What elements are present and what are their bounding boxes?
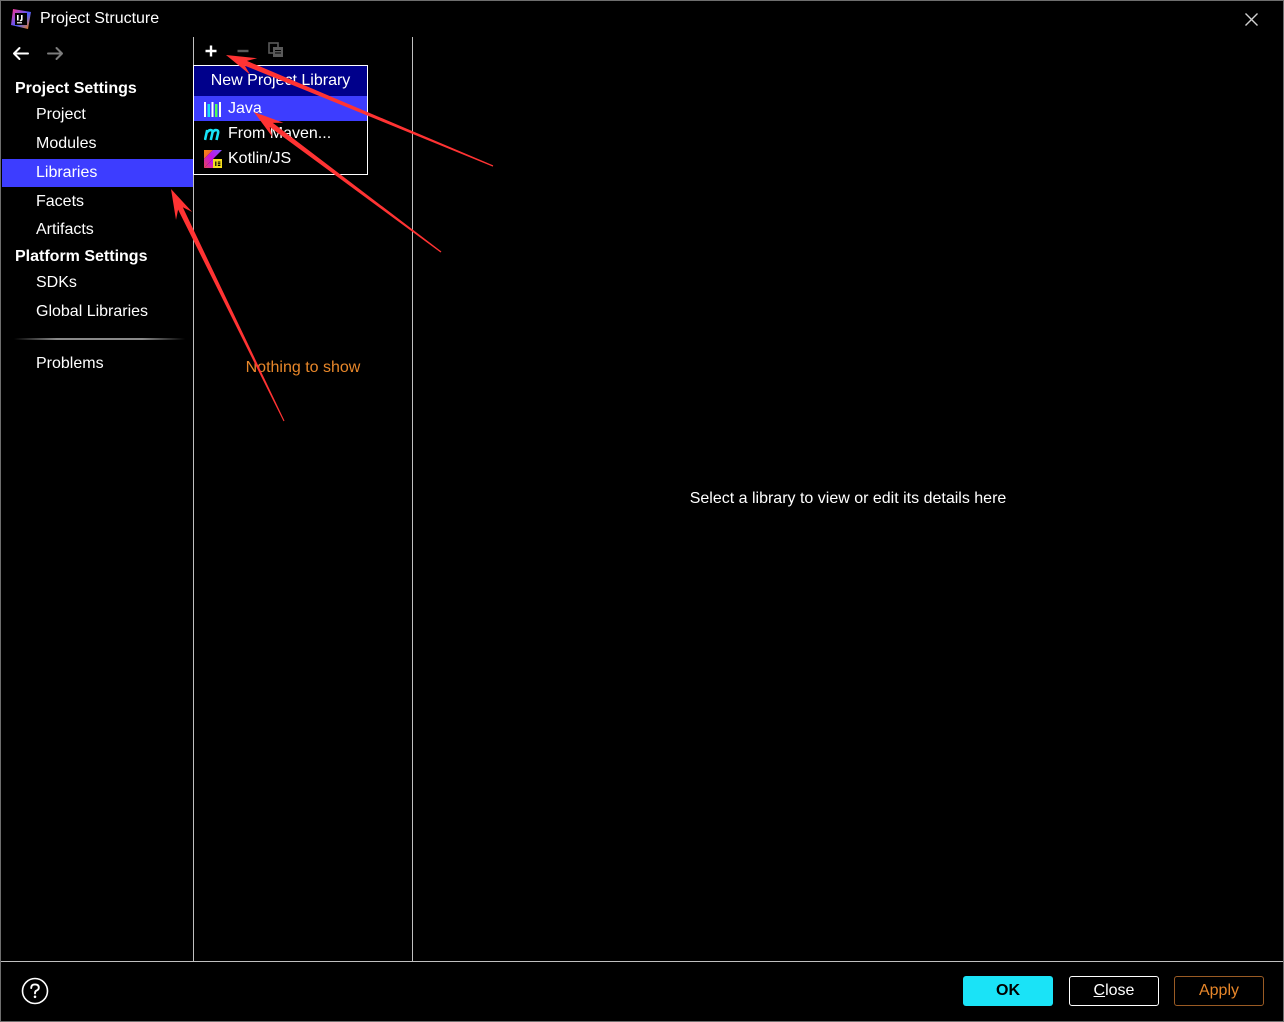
popup-header: New Project Library bbox=[194, 66, 367, 96]
popup-item-java[interactable]: Java bbox=[194, 96, 367, 121]
footer-separator bbox=[1, 961, 1283, 962]
minus-icon[interactable] bbox=[236, 44, 250, 58]
section-heading-project-settings: Project Settings bbox=[15, 80, 137, 97]
popup-item-from-maven[interactable]: From Maven... bbox=[194, 121, 367, 146]
empty-list-text: Nothing to show bbox=[245, 359, 361, 376]
popup-item-kotlin-js[interactable]: Kotlin/JS bbox=[194, 146, 367, 171]
window-title: Project Structure bbox=[40, 10, 160, 27]
library-icon bbox=[204, 100, 222, 118]
maven-icon bbox=[203, 125, 222, 143]
sidebar-item-problems[interactable]: Problems bbox=[0, 351, 193, 377]
title-bar: Project Structure bbox=[0, 0, 1284, 37]
popup-item-label: From Maven... bbox=[228, 125, 332, 142]
project-structure-dialog: Project Structure Project Settings Proje… bbox=[0, 0, 1284, 1022]
ok-button[interactable]: OK bbox=[963, 976, 1053, 1006]
intellij-idea-icon bbox=[11, 9, 31, 29]
sidebar-item-modules[interactable]: Modules bbox=[0, 131, 193, 157]
sidebar-item-sdks[interactable]: SDKs bbox=[0, 270, 193, 296]
sidebar-item-global-libraries[interactable]: Global Libraries bbox=[0, 299, 193, 325]
kotlin-js-icon bbox=[204, 150, 222, 168]
popup-item-label: Kotlin/JS bbox=[228, 150, 292, 167]
details-placeholder-text: Select a library to view or edit its det… bbox=[689, 490, 1007, 507]
plus-icon[interactable] bbox=[204, 44, 218, 58]
sidebar-item-project[interactable]: Project bbox=[0, 102, 193, 128]
apply-button-label: Apply bbox=[1198, 982, 1240, 999]
section-heading-platform-settings: Platform Settings bbox=[15, 248, 148, 265]
close-icon[interactable] bbox=[1244, 12, 1259, 27]
new-library-popup: New Project Library Java From Maven... K… bbox=[193, 65, 368, 175]
sidebar-separator bbox=[14, 338, 185, 340]
copy-icon[interactable] bbox=[268, 42, 284, 58]
help-icon[interactable] bbox=[21, 977, 49, 1005]
settings-sidebar: Project Settings Project Modules Librari… bbox=[0, 37, 193, 961]
close-button[interactable]: Close bbox=[1069, 976, 1159, 1006]
sidebar-item-artifacts[interactable]: Artifacts bbox=[0, 217, 193, 243]
library-details-panel: Select a library to view or edit its det… bbox=[413, 37, 1283, 961]
ok-button-label: OK bbox=[996, 982, 1020, 999]
sidebar-item-libraries[interactable]: Libraries bbox=[2, 159, 193, 187]
popup-item-label: Java bbox=[228, 100, 262, 117]
libraries-list-panel: Nothing to show bbox=[194, 37, 412, 961]
apply-button[interactable]: Apply bbox=[1174, 976, 1264, 1006]
close-button-label: Close bbox=[1093, 982, 1135, 999]
sidebar-item-facets[interactable]: Facets bbox=[0, 189, 193, 215]
